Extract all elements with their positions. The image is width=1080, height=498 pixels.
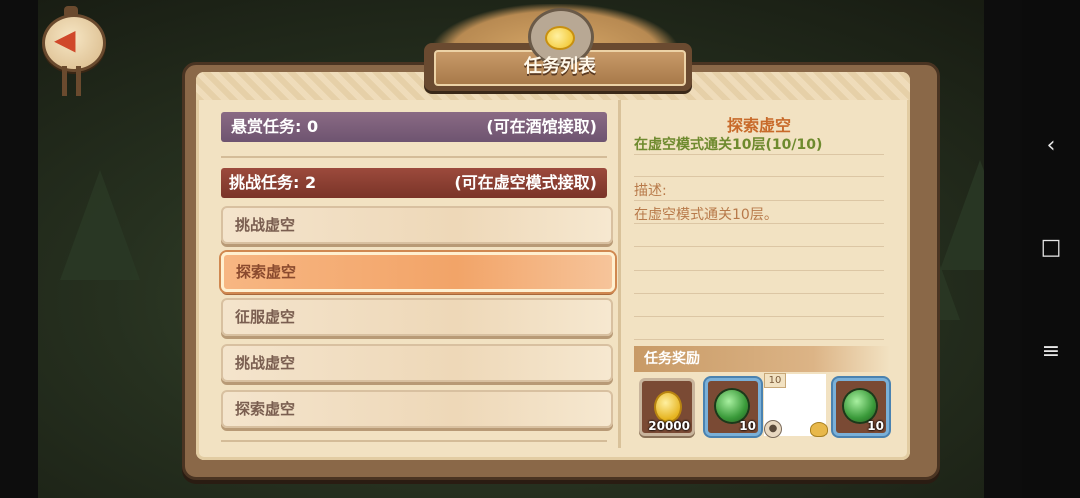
gold-coin-emblem-icon	[545, 26, 575, 50]
system-nav-bar: ‹ □ ≡	[1022, 0, 1080, 498]
detail-line	[634, 316, 884, 317]
nav-back-icon[interactable]: ‹	[1022, 126, 1080, 166]
task-row[interactable]: 征服虚空	[221, 298, 613, 336]
back-button[interactable]: ◀	[42, 6, 106, 96]
bounty-task-hint: (可在酒馆接取)	[486, 117, 597, 136]
quest-detail-title: 探索虚空	[726, 116, 791, 135]
lock-icon: ●	[764, 420, 782, 438]
left-black-bar	[0, 0, 38, 498]
task-row[interactable]: 挑战虚空	[221, 344, 613, 382]
detail-line	[634, 293, 884, 294]
task-row[interactable]: 挑战虚空	[221, 206, 613, 244]
challenge-task-count: 挑战任务: 2	[229, 173, 317, 192]
section-divider	[221, 440, 607, 442]
challenge-task-header: 挑战任务: 2 (可在虚空模式接取)	[221, 168, 607, 198]
task-label: 挑战虚空	[235, 216, 296, 234]
bounty-task-count: 悬赏任务: 0	[231, 117, 319, 136]
detail-line	[634, 154, 884, 155]
bun-icon	[810, 422, 828, 437]
task-label: 征服虚空	[235, 308, 296, 326]
section-divider	[221, 156, 607, 158]
green-orb-icon	[716, 390, 748, 422]
reward-count: 10	[867, 419, 884, 433]
task-row-selected[interactable]: 探索虚空	[221, 252, 615, 292]
nav-home-icon[interactable]: □	[1022, 228, 1080, 268]
description-text: 在虚空模式通关10层。	[634, 207, 778, 223]
reward-count: 10	[739, 419, 756, 433]
task-row[interactable]: 探索虚空	[221, 390, 613, 428]
back-button-leg	[76, 66, 81, 96]
green-orb-icon	[844, 390, 876, 422]
detail-line	[634, 246, 884, 247]
panel-divider	[618, 100, 621, 448]
blank-slot-badge: 10	[764, 373, 786, 388]
task-label: 探索虚空	[236, 263, 297, 281]
challenge-task-hint: (可在虚空模式接取)	[454, 173, 597, 192]
background-tree	[60, 170, 140, 280]
quest-goal-progress: 在虚空模式通关10层(10/10)	[634, 137, 823, 153]
reward-count: 20000	[648, 419, 690, 433]
nav-menu-icon[interactable]: ≡	[1022, 332, 1080, 372]
detail-line	[634, 176, 884, 177]
detail-line	[634, 339, 884, 340]
task-label: 探索虚空	[235, 400, 296, 418]
reward-slot-gold[interactable]: 20000	[639, 378, 695, 436]
reward-slot-orb[interactable]: 10	[705, 378, 761, 436]
reward-header-label: 任务奖励	[644, 351, 700, 367]
right-black-bar	[984, 0, 1022, 498]
task-label: 挑战虚空	[235, 354, 296, 372]
reward-header: 任务奖励	[634, 346, 890, 372]
left-arrow-icon: ◀	[54, 23, 76, 56]
bounty-task-header: 悬赏任务: 0 (可在酒馆接取)	[221, 112, 607, 142]
detail-line	[634, 200, 884, 201]
detail-line	[634, 223, 884, 224]
page-title: 任务列表	[524, 56, 596, 77]
detail-line	[634, 270, 884, 271]
description-label: 描述:	[634, 183, 667, 199]
back-button-leg	[62, 66, 67, 96]
reward-slot-orb[interactable]: 10	[833, 378, 889, 436]
